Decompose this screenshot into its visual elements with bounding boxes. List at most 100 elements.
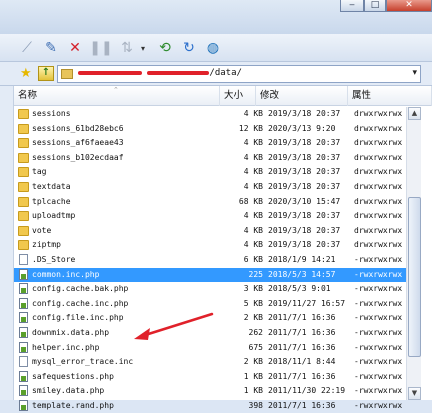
file-size: 5 KB [243, 298, 263, 308]
php-file-icon [19, 399, 28, 411]
file-modified: 2018/1/9 14:21 [268, 254, 336, 264]
file-modified: 2011/11/30 22:19 [268, 386, 346, 396]
file-attributes: drwxrwxrwx [354, 138, 403, 148]
file-attributes: -rwxrwxrwx [354, 269, 403, 279]
file-row[interactable]: textdata 4 KB 2019/3/18 20:37 drwxrwxrwx [14, 180, 406, 195]
php-file-icon [19, 326, 28, 338]
globe-icon[interactable]: ◍ [204, 39, 222, 57]
file-attributes: -rwxrwxrwx [354, 298, 403, 308]
close-button[interactable]: ✕ [386, 0, 432, 12]
file-row[interactable]: safequestions.php 1 KB 2011/7/1 16:36 -rwxr… [14, 370, 406, 385]
file-row[interactable]: mysql_error_trace.inc 2 KB 2018/11/1 8:44 -… [14, 355, 406, 370]
file-attributes: -rwxrwxrwx [354, 342, 403, 352]
file-row[interactable]: ziptmp 4 KB 2019/3/18 20:37 drwxrwxrwx [14, 238, 406, 253]
file-name: config.file.inc.php [32, 313, 124, 323]
file-row[interactable]: sessions_61bd28ebc6 12 KB 2020/3/13 9:20 dr… [14, 122, 406, 137]
file-size: 2 KB [243, 357, 263, 367]
file-name: sessions_61bd28ebc6 [32, 123, 124, 133]
file-attributes: -rwxrwxrwx [354, 400, 403, 410]
file-modified: 2011/7/1 16:36 [268, 313, 336, 323]
file-name: template.rand.php [32, 400, 114, 410]
file-attributes: drwxrwxrwx [354, 196, 403, 206]
close-icon: ✕ [405, 0, 413, 10]
file-size: 398 [248, 400, 263, 410]
file-row[interactable]: helper.inc.php 675 2011/7/1 16:36 -rwxrwxrw… [14, 341, 406, 356]
file-name: smiley.data.php [32, 386, 105, 396]
file-attributes: drwxrwxrwx [354, 225, 403, 235]
delete-icon[interactable]: ✕ [66, 39, 84, 57]
file-row[interactable]: template.rand.php 398 2011/7/1 16:36 -rwxrw… [14, 399, 406, 413]
file-size: 4 KB [243, 181, 263, 191]
address-row: ★ ↑ /data/ ▾ [0, 62, 432, 86]
file-row[interactable]: .DS_Store 6 KB 2018/1/9 14:21 -rwxrwxrwx [14, 253, 406, 268]
address-bar[interactable]: /data/ ▾ [57, 65, 421, 83]
vertical-scrollbar[interactable]: ▲ ▼ [406, 107, 421, 400]
column-size-header[interactable]: 大小 [220, 86, 256, 106]
title-bar: ‒ □ ✕ [0, 0, 432, 34]
file-attributes: -rwxrwxrwx [354, 327, 403, 337]
file-row[interactable]: sessions_af6faeae43 4 KB 2019/3/18 20:37 dr… [14, 136, 406, 151]
file-row[interactable]: vote 4 KB 2019/3/18 20:37 drwxrwxrwx [14, 224, 406, 239]
file-modified: 2019/3/18 20:37 [268, 240, 341, 250]
scroll-thumb[interactable] [408, 197, 421, 357]
sync-icon[interactable]: ⟲ [156, 39, 174, 57]
file-modified: 2019/3/18 20:37 [268, 181, 341, 191]
connect-icon[interactable]: ⟋ [18, 39, 36, 57]
file-row[interactable]: sessions 4 KB 2019/3/18 20:37 drwxrwxrwx [14, 107, 406, 122]
file-size: 4 KB [243, 211, 263, 221]
file-attributes: -rwxrwxrwx [354, 386, 403, 396]
file-name: ziptmp [32, 240, 61, 250]
edit-icon[interactable]: ✎ [42, 39, 60, 57]
file-attributes: drwxrwxrwx [354, 240, 403, 250]
file-size: 1 KB [243, 371, 263, 381]
file-size: 68 KB [238, 196, 263, 206]
file-name: tplcache [32, 196, 71, 206]
file-row[interactable]: sessions_b102ecdaaf 4 KB 2019/3/18 20:37 dr… [14, 151, 406, 166]
file-modified: 2018/11/1 8:44 [268, 357, 336, 367]
file-modified: 2020/3/13 9:20 [268, 123, 336, 133]
file-row[interactable]: common.inc.php 225 2018/5/3 14:57 -rwxrwxrw… [14, 267, 406, 283]
file-row[interactable]: tplcache 68 KB 2020/3/10 15:47 drwxrwxrwx [14, 195, 406, 210]
file-attributes: -rwxrwxrwx [354, 357, 403, 367]
column-modified-header[interactable]: 修改 [256, 86, 348, 106]
up-folder-button[interactable]: ↑ [38, 66, 54, 81]
file-modified: 2019/11/27 16:57 [268, 298, 346, 308]
folder-icon [18, 225, 29, 236]
chevron-down-icon[interactable]: ▾ [412, 68, 417, 78]
php-file-icon [19, 312, 28, 324]
folder-icon [18, 211, 29, 222]
file-row[interactable]: tag 4 KB 2019/3/18 20:37 drwxrwxrwx [14, 165, 406, 180]
left-pane-edge [0, 86, 14, 400]
file-modified: 2020/3/10 15:47 [268, 196, 341, 206]
maximize-icon: □ [370, 0, 380, 10]
php-file-icon [19, 370, 28, 382]
file-attributes: drwxrwxrwx [354, 211, 403, 221]
column-attributes-header[interactable]: 属性 [348, 86, 432, 106]
file-name: downmix.data.php [32, 327, 110, 337]
file-size: 262 [248, 327, 263, 337]
folder-icon [18, 181, 29, 192]
transfer-icon[interactable]: ⇅ [118, 39, 136, 57]
minimize-button[interactable]: ‒ [340, 0, 364, 12]
maximize-button[interactable]: □ [364, 0, 386, 12]
favorite-star-icon[interactable]: ★ [20, 66, 32, 81]
folder-icon [18, 138, 29, 149]
scroll-up-button[interactable]: ▲ [408, 107, 421, 120]
pause-icon[interactable]: ❚❚ [89, 39, 112, 57]
dropdown-icon[interactable]: ▾ [138, 39, 148, 57]
file-row[interactable]: uploadtmp 4 KB 2019/3/18 20:37 drwxrwxrwx [14, 209, 406, 224]
file-size: 12 KB [238, 123, 263, 133]
file-size: 4 KB [243, 240, 263, 250]
refresh-icon[interactable]: ↻ [180, 39, 198, 57]
file-size: 2 KB [243, 313, 263, 323]
file-row[interactable]: config.cache.inc.php 5 KB 2019/11/27 16:57… [14, 297, 406, 312]
file-row[interactable]: config.cache.bak.php 3 KB 2018/5/3 9:01 -rw… [14, 282, 406, 297]
file-modified: 2011/7/1 16:36 [268, 342, 336, 352]
annotation-arrow [134, 312, 214, 340]
file-attributes: drwxrwxrwx [354, 181, 403, 191]
file-modified: 2018/5/3 14:57 [268, 269, 336, 279]
file-row[interactable]: smiley.data.php 1 KB 2011/11/30 22:19 -rwxr… [14, 384, 406, 399]
minimize-icon: ‒ [349, 0, 355, 10]
file-modified: 2011/7/1 16:36 [268, 371, 336, 381]
scroll-down-button[interactable]: ▼ [408, 387, 421, 400]
